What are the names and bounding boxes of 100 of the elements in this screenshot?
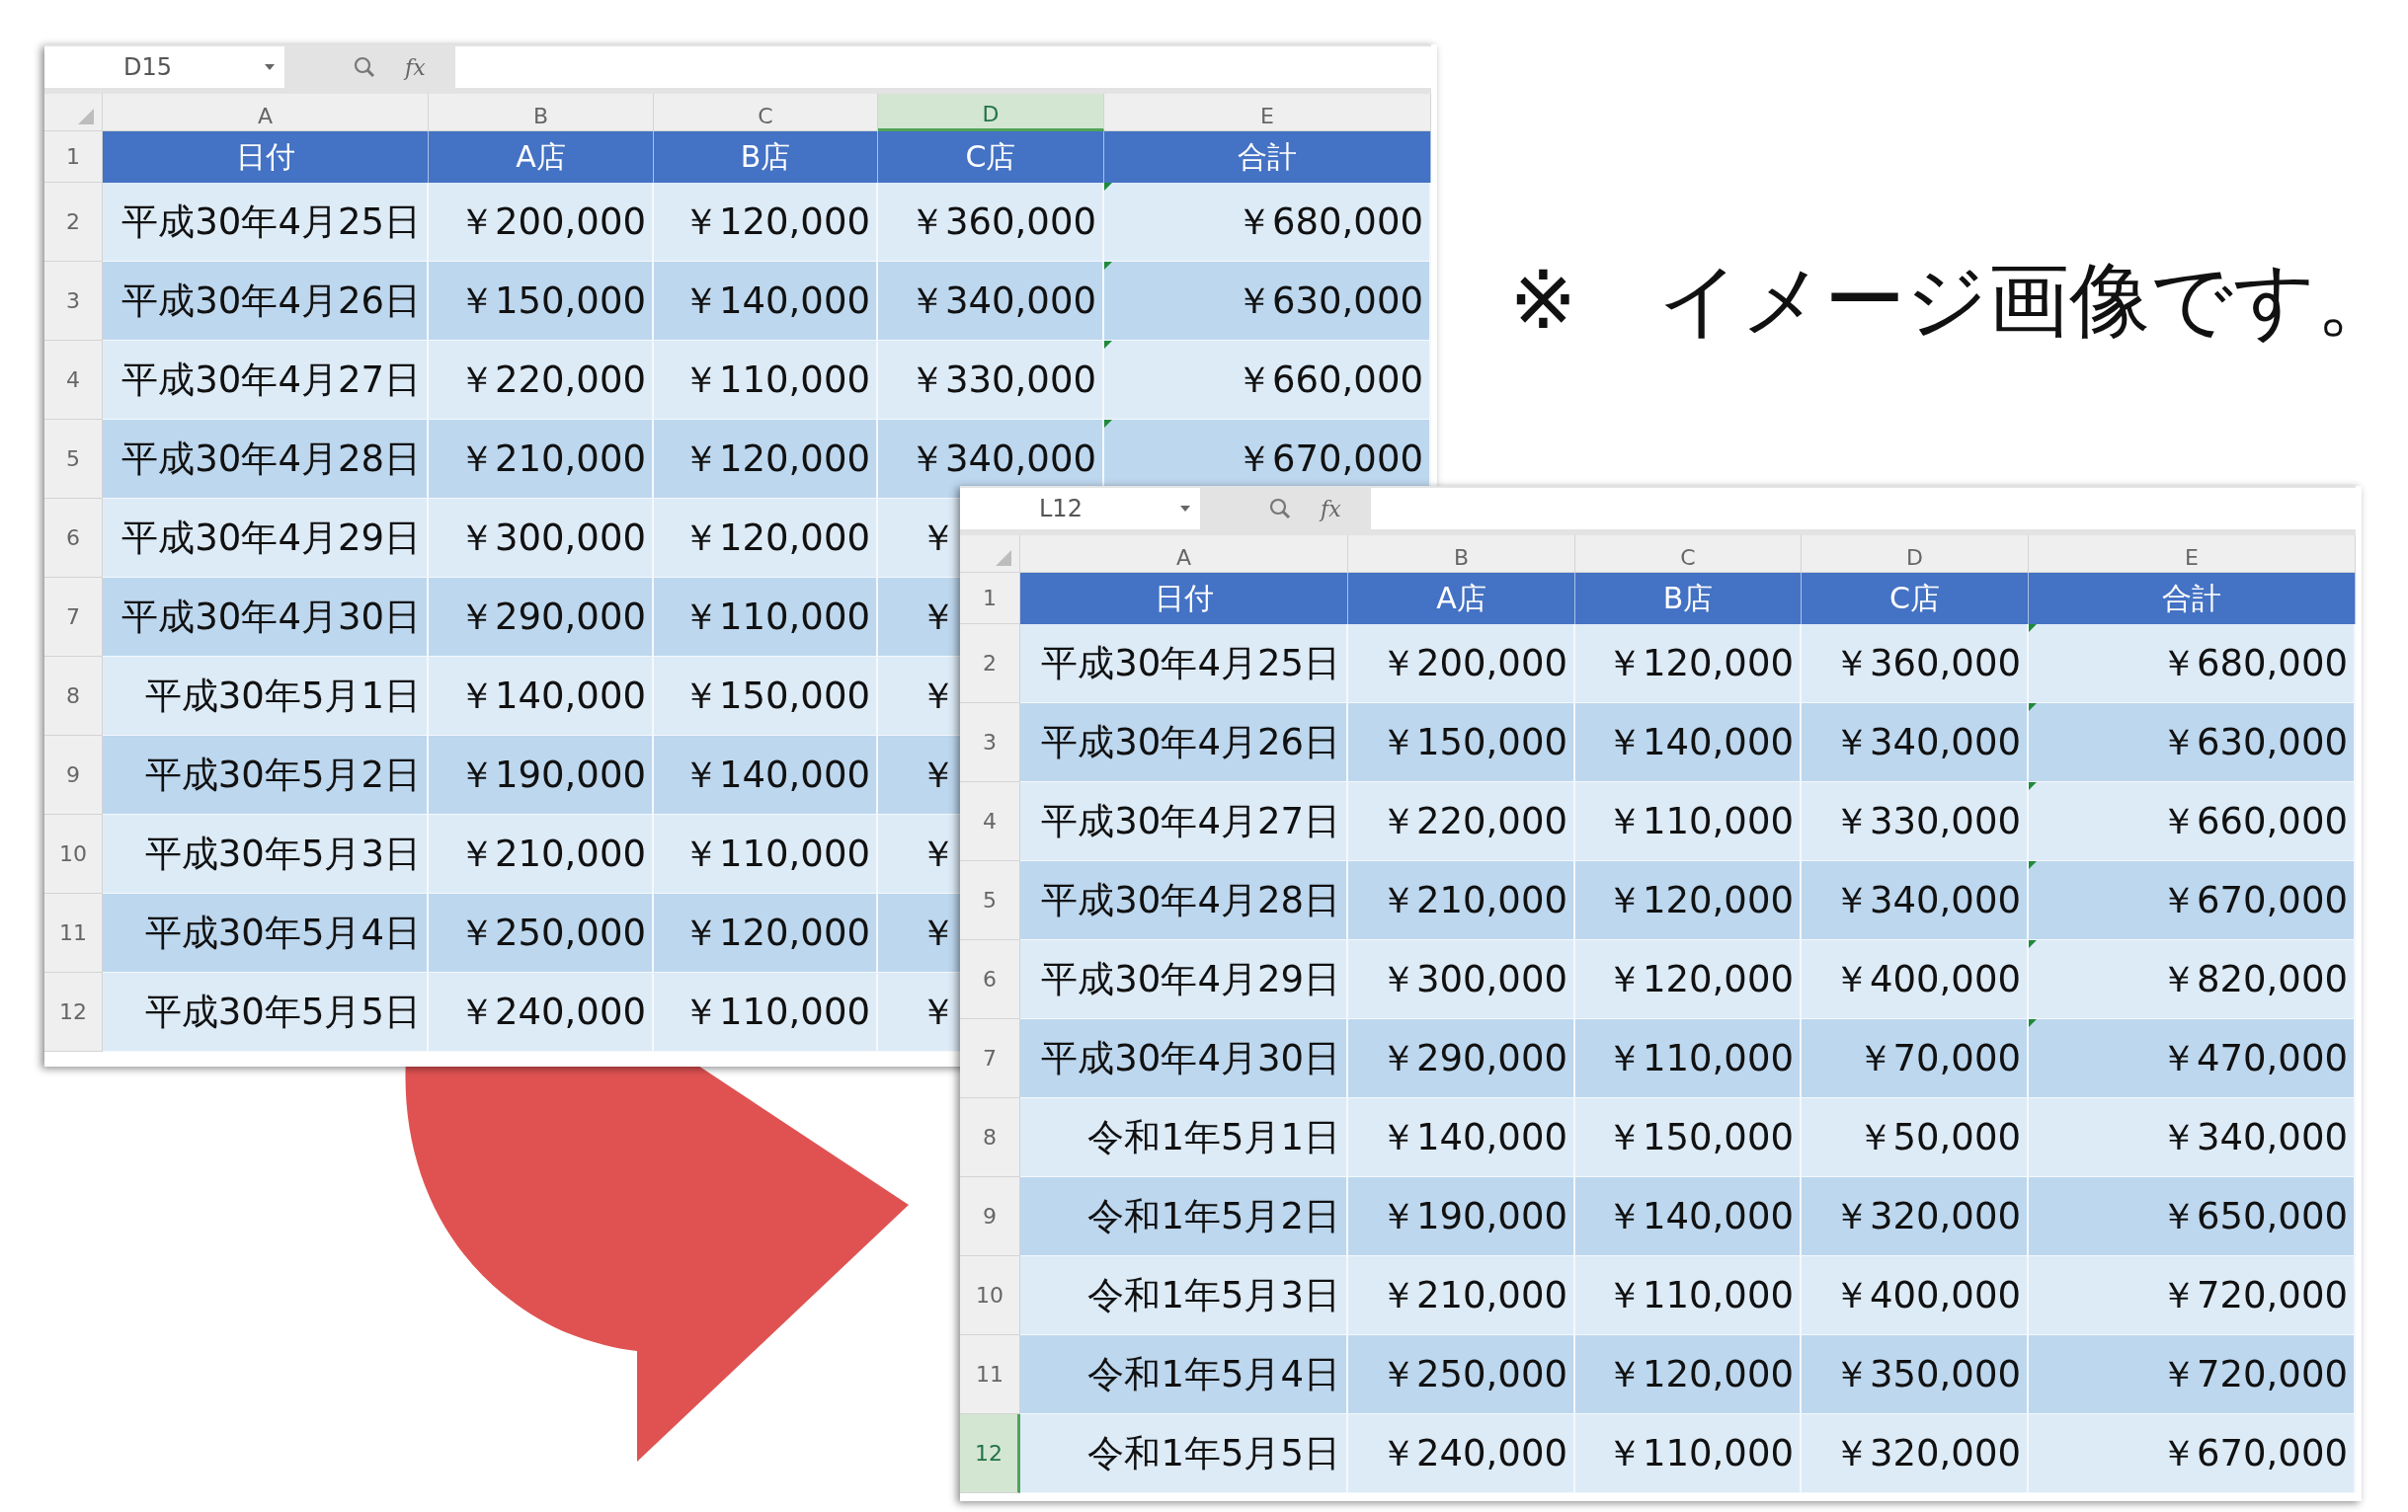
column-header[interactable]: A (103, 94, 429, 131)
select-all-icon[interactable] (78, 109, 94, 124)
table-cell: ￥110,000 (1575, 782, 1802, 861)
table-cell: ￥300,000 (1348, 940, 1575, 1019)
row-header[interactable]: 3 (44, 262, 103, 341)
table-cell: ￥110,000 (654, 973, 878, 1052)
name-box[interactable]: L12 (960, 488, 1200, 529)
table-cell: ￥250,000 (1348, 1335, 1575, 1414)
table-cell: 令和1年5月1日 (1020, 1098, 1348, 1177)
column-header[interactable]: C (654, 94, 878, 131)
row-header[interactable]: 8 (960, 1098, 1020, 1177)
table-cell: ￥300,000 (429, 499, 654, 578)
row-header[interactable]: 12 (960, 1414, 1020, 1493)
column-header[interactable]: B (429, 94, 654, 131)
table-cell: 平成30年5月5日 (103, 973, 429, 1052)
table-cell: ￥110,000 (1575, 1019, 1802, 1098)
row-header[interactable]: 11 (44, 894, 103, 973)
table-cell: ￥680,000 (1104, 183, 1431, 262)
table-cell: ￥220,000 (429, 341, 654, 420)
table-cell: ￥120,000 (1575, 861, 1802, 940)
formula-input[interactable] (1370, 488, 2356, 529)
column-header[interactable]: E (2029, 535, 2356, 573)
table-cell: ￥400,000 (1802, 1256, 2029, 1335)
table-cell: ￥720,000 (2029, 1256, 2356, 1335)
row-header[interactable]: 6 (44, 499, 103, 578)
table-cell: ￥110,000 (654, 578, 878, 657)
row-header[interactable]: 7 (960, 1019, 1020, 1098)
table-cell: ￥120,000 (1575, 940, 1802, 1019)
header-cell: C店 (1802, 573, 2029, 624)
column-header[interactable]: B (1348, 535, 1575, 573)
name-box[interactable]: D15 (44, 46, 284, 88)
table-cell: 令和1年5月2日 (1020, 1177, 1348, 1256)
row-header[interactable]: 5 (44, 420, 103, 499)
magnifier-icon[interactable] (354, 56, 375, 78)
table-cell: ￥140,000 (654, 736, 878, 815)
table-cell: 令和1年5月5日 (1020, 1414, 1348, 1493)
table-cell: 令和1年5月4日 (1020, 1335, 1348, 1414)
select-all-icon[interactable] (996, 550, 1011, 566)
table-cell: 平成30年5月4日 (103, 894, 429, 973)
table-cell: ￥720,000 (2029, 1335, 2356, 1414)
table-cell: ￥110,000 (1575, 1414, 1802, 1493)
column-header[interactable]: C (1575, 535, 1802, 573)
row-header[interactable]: 11 (960, 1335, 1020, 1414)
table-cell: ￥120,000 (1575, 1335, 1802, 1414)
row-header[interactable]: 10 (44, 815, 103, 894)
header-cell: B店 (1575, 573, 1802, 624)
row-header[interactable]: 2 (960, 624, 1020, 703)
row-header[interactable]: 4 (960, 782, 1020, 861)
row-header[interactable]: 4 (44, 341, 103, 420)
table-cell: ￥630,000 (1104, 262, 1431, 341)
table-cell: 平成30年5月3日 (103, 815, 429, 894)
table-cell: ￥360,000 (1802, 624, 2029, 703)
table-cell: 平成30年4月29日 (103, 499, 429, 578)
table-cell: ￥190,000 (1348, 1177, 1575, 1256)
row-header[interactable]: 3 (960, 703, 1020, 782)
row-header[interactable]: 9 (44, 736, 103, 815)
table-cell: 平成30年5月2日 (103, 736, 429, 815)
table-cell: ￥140,000 (1348, 1098, 1575, 1177)
table-cell: ￥200,000 (429, 183, 654, 262)
row-header[interactable]: 9 (960, 1177, 1020, 1256)
row-header[interactable]: 8 (44, 657, 103, 736)
table-cell: ￥290,000 (1348, 1019, 1575, 1098)
table-cell: ￥660,000 (1104, 341, 1431, 420)
table-cell: ￥360,000 (878, 183, 1104, 262)
table-cell: ￥140,000 (654, 262, 878, 341)
row-header[interactable]: 5 (960, 861, 1020, 940)
table-cell: 平成30年4月29日 (1020, 940, 1348, 1019)
table-cell: ￥320,000 (1802, 1177, 2029, 1256)
column-header[interactable]: E (1104, 94, 1431, 131)
row-header[interactable]: 1 (960, 573, 1020, 624)
table-cell: ￥340,000 (1802, 861, 2029, 940)
column-header[interactable]: A (1020, 535, 1348, 573)
magnifier-icon[interactable] (1269, 498, 1291, 519)
formula-input[interactable] (454, 46, 1431, 88)
formula-label[interactable]: fx (1321, 496, 1341, 521)
formula-label[interactable]: fx (405, 54, 426, 80)
table-cell: ￥400,000 (1802, 940, 2029, 1019)
table-cell: ￥120,000 (654, 894, 878, 973)
table-cell: 令和1年5月3日 (1020, 1256, 1348, 1335)
row-header[interactable]: 2 (44, 183, 103, 262)
row-header[interactable]: 12 (44, 973, 103, 1052)
table-cell: ￥120,000 (1575, 624, 1802, 703)
header-cell: 合計 (2029, 573, 2356, 624)
row-header[interactable]: 6 (960, 940, 1020, 1019)
table-cell: ￥650,000 (2029, 1177, 2356, 1256)
table-cell: ￥140,000 (429, 657, 654, 736)
column-header[interactable]: D (1802, 535, 2029, 573)
row-header[interactable]: 7 (44, 578, 103, 657)
table-cell: ￥250,000 (429, 894, 654, 973)
row-header[interactable]: 1 (44, 131, 103, 183)
table-cell: 平成30年4月26日 (103, 262, 429, 341)
table-cell: ￥670,000 (2029, 1414, 2356, 1493)
table-cell: 平成30年4月28日 (1020, 861, 1348, 940)
column-header[interactable]: D (878, 94, 1104, 131)
row-header[interactable]: 10 (960, 1256, 1020, 1335)
table-cell: ￥210,000 (1348, 861, 1575, 940)
table-cell: ￥660,000 (2029, 782, 2356, 861)
note-text: ※ イメージ画像です。 (1509, 252, 2397, 349)
table-cell: ￥150,000 (429, 262, 654, 341)
table-cell: ￥240,000 (429, 973, 654, 1052)
